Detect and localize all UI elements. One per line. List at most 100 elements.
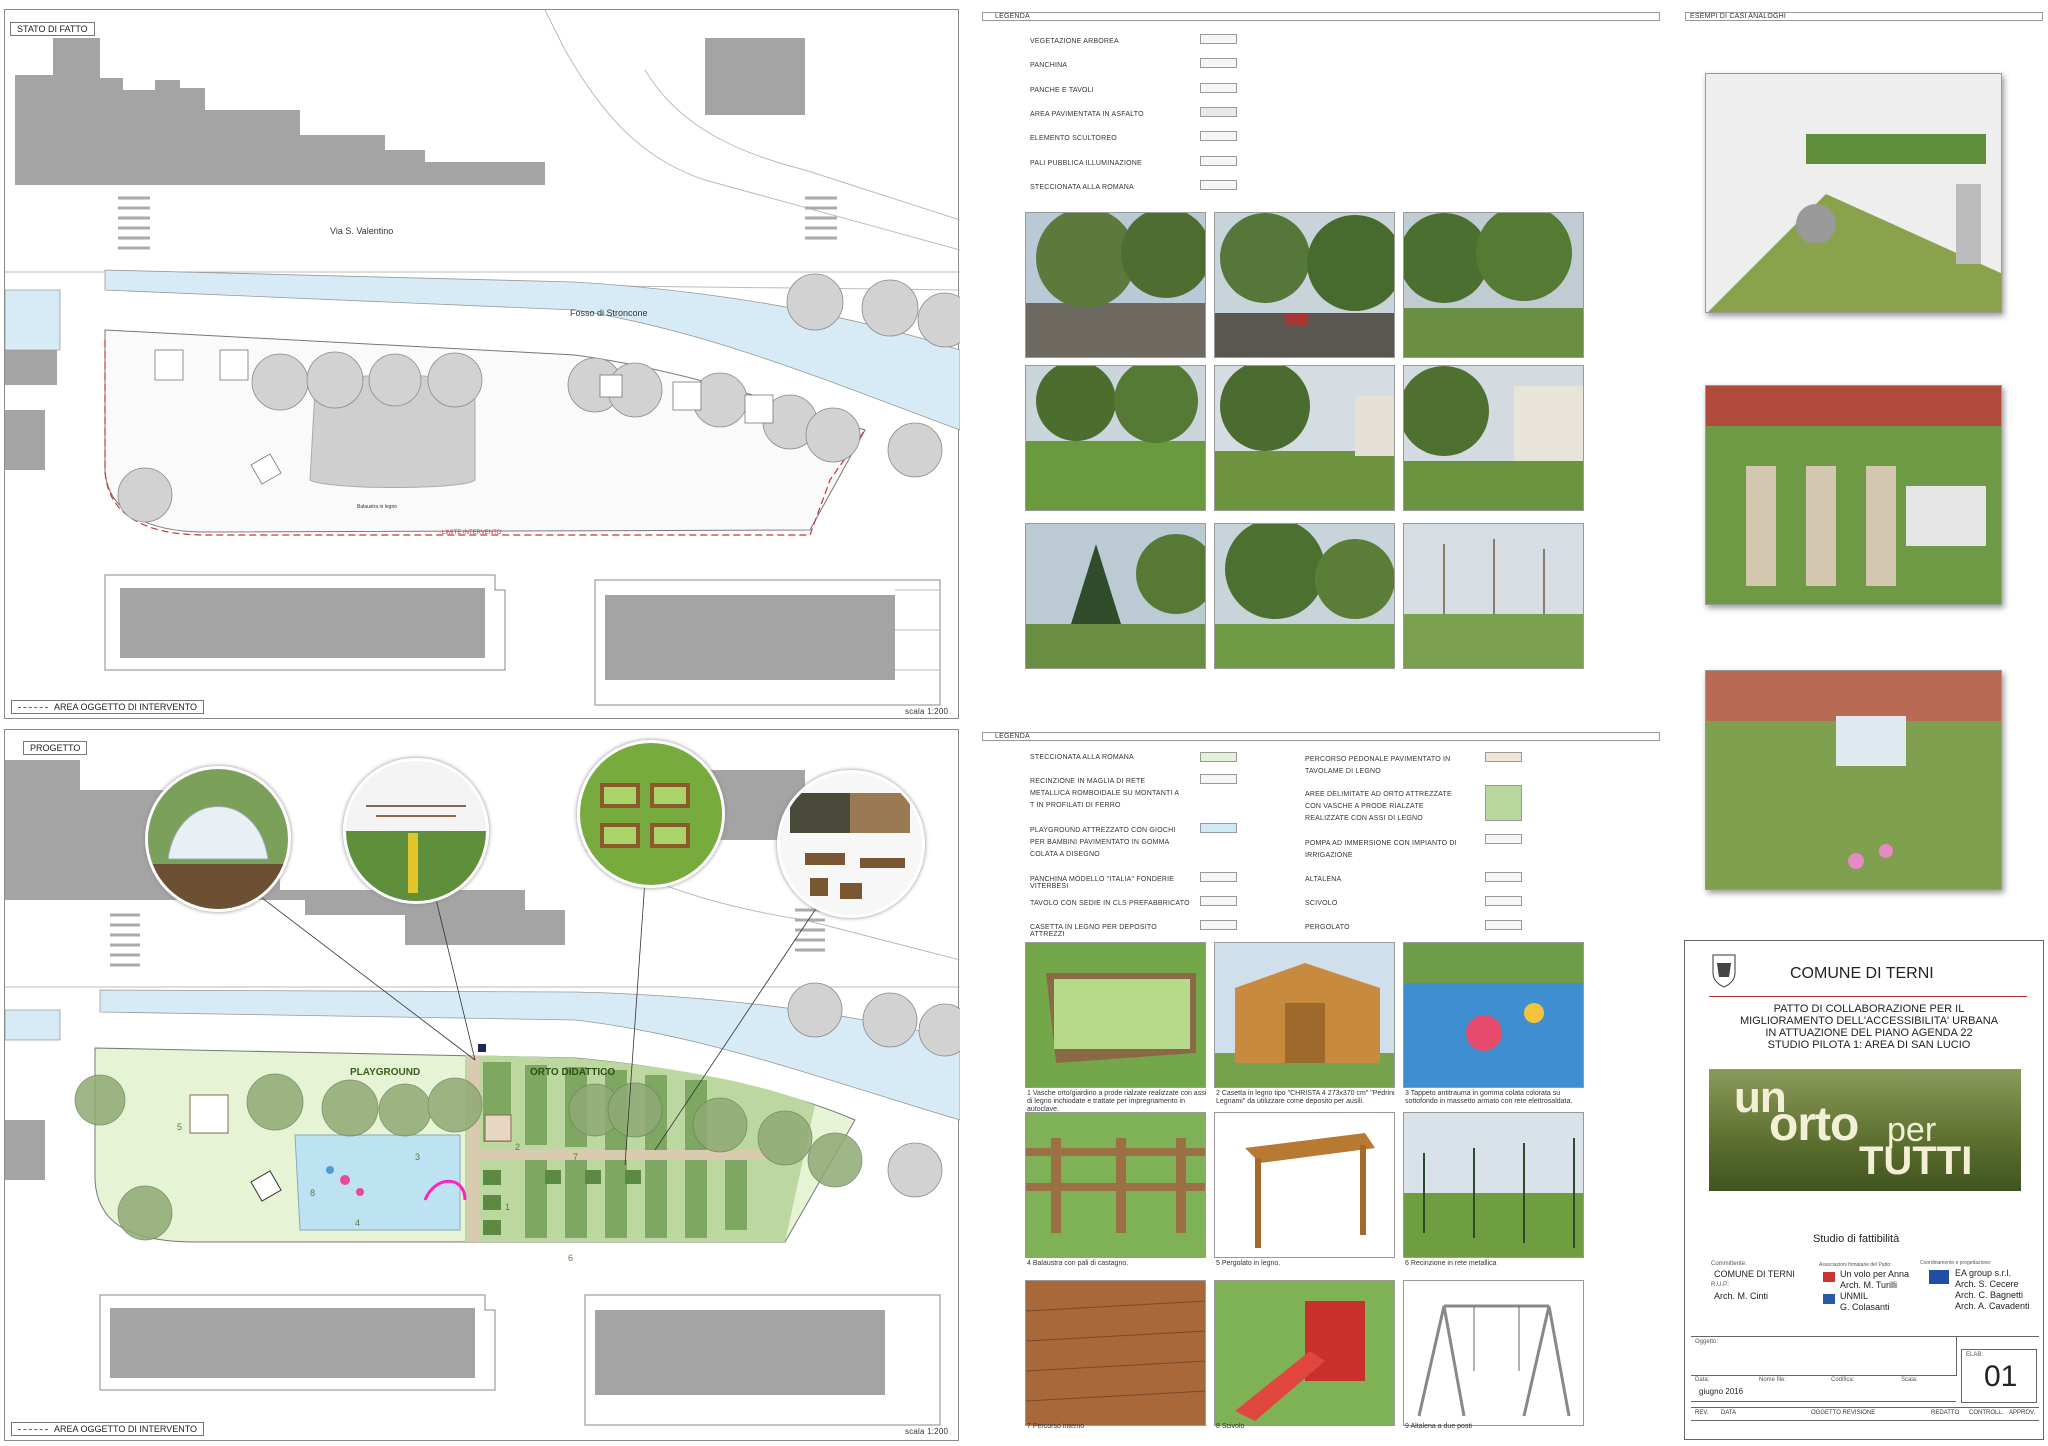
banner-word-tutti: TUTTI xyxy=(1859,1139,1973,1183)
callout-circle-orto xyxy=(577,740,725,888)
project-line: PATTO DI COLLABORAZIONE PER IL xyxy=(1773,1003,1965,1015)
oggetto-cell: Oggetto: xyxy=(1691,1337,1957,1376)
rev-header: REDATTO xyxy=(1931,1410,1960,1416)
legend-item: AREE DELIMITATE AD ORTO ATTREZZATE CON V… xyxy=(1305,791,1452,822)
rev-header: APPROV. xyxy=(2009,1410,2036,1416)
tree-symbol-icon xyxy=(1200,34,1237,44)
rev-header: OGGETTO REVISIONE xyxy=(1811,1410,1876,1416)
banner-word-orto: orto xyxy=(1769,1098,1859,1151)
plan-num-7: 7 xyxy=(573,1152,578,1162)
orto-label: ORTO DIDATTICO xyxy=(530,1067,615,1078)
product-caption: 5 Pergolato in legno. xyxy=(1216,1260,1281,1267)
ea-group-logo-icon xyxy=(1929,1270,1949,1284)
plan-num-5: 5 xyxy=(177,1122,182,1132)
plan-num-1: 1 xyxy=(505,1202,510,1212)
site-photo xyxy=(1025,365,1206,511)
sculpture-symbol-icon xyxy=(1200,131,1237,141)
table-symbol-icon xyxy=(1200,83,1237,93)
product-caption: 7 Percorso interno xyxy=(1027,1423,1085,1430)
swing-symbol-icon xyxy=(1485,872,1522,882)
divider-red xyxy=(1709,996,2027,997)
legend-item: STECCIONATA ALLA ROMANA xyxy=(1030,754,1134,761)
product-photo-mesh-fence xyxy=(1403,1112,1584,1258)
orto-beds-symbol-icon xyxy=(1485,785,1522,821)
committente-value: COMUNE DI TERNI xyxy=(1714,1269,1795,1279)
stato-di-fatto-title: STATO DI FATTO xyxy=(10,22,95,36)
title-block: COMUNE DI TERNI PATTO DI COLLABORAZIONE … xyxy=(1684,940,2044,1440)
legenda-top-list: VEGETAZIONE ARBOREA PANCHINA PANCHE E TA… xyxy=(1030,34,1250,194)
progetto-panel: PLAYGROUND ORTO DIDATTICO 1 2 3 4 5 6 7 … xyxy=(4,729,960,1441)
plan-num-6: 6 xyxy=(568,1253,573,1263)
wood-path-symbol-icon xyxy=(1485,752,1522,762)
project-line: MIGLIORAMENTO DELL'ACCESSIBILITA' URBANA xyxy=(1739,1015,1999,1027)
fence-symbol-icon xyxy=(1200,180,1237,190)
product-caption: 3 Tappeto antitrauma in gomma colata col… xyxy=(1405,1090,1573,1105)
stato-di-fatto-plan: Via S. Valentino Fosso di Stronconе Bala… xyxy=(5,10,960,706)
site-photo xyxy=(1214,212,1395,358)
product-photo-raised-beds xyxy=(1025,942,1206,1088)
elab-cell: ELAB: 01 xyxy=(1961,1349,2037,1403)
table-chairs-symbol-icon xyxy=(1200,896,1237,906)
product-photo-swing xyxy=(1403,1280,1584,1426)
example-photo-orto xyxy=(1705,670,2002,890)
pergola-symbol-icon xyxy=(1485,920,1522,930)
plan-num-3: 3 xyxy=(415,1152,420,1162)
legend-item: PANCHINA xyxy=(1030,62,1068,69)
street-label: Via S. Valentino xyxy=(330,226,393,236)
site-photo xyxy=(1403,523,1584,669)
legenda-bottom-left: STECCIONATA ALLA ROMANA RECINZIONE IN MA… xyxy=(1030,752,1245,938)
codifica-label: Codifica: xyxy=(1831,1377,1855,1383)
legenda-bottom-title: LEGENDA xyxy=(995,733,1030,740)
plan-num-2: 2 xyxy=(515,1142,520,1152)
orto-per-tutti-banner: un orto per TUTTI xyxy=(1709,1069,2021,1191)
coordinamento-name: EA group s.r.l. xyxy=(1955,1268,2012,1278)
drawing-info-table: Oggetto: ELAB: 01 Data: giugno 2016 Nome… xyxy=(1691,1336,2039,1437)
legend-item: POMPA AD IMMERSIONE CON IMPIANTO DI IRRI… xyxy=(1305,840,1457,859)
product-photo-rubber xyxy=(1403,942,1584,1088)
project-line: IN ATTUAZIONE DEL PIANO AGENDA 22 xyxy=(1765,1027,1973,1039)
project-line: STUDIO PILOTA 1: AREA DI SAN LUCIO xyxy=(1767,1039,1971,1051)
oggetto-label: Oggetto: xyxy=(1695,1339,1719,1345)
product-caption: 9 Altalena a due posti xyxy=(1405,1423,1472,1430)
project-title: PATTO DI COLLABORAZIONE PER IL MIGLIORAM… xyxy=(1705,1003,2033,1051)
associazioni-label: Associazioni firmatarie del Patto: xyxy=(1819,1262,1892,1268)
asphalt-symbol-icon xyxy=(1200,107,1237,117)
association-logo-icon xyxy=(1823,1272,1835,1282)
playground-label: PLAYGROUND xyxy=(350,1067,420,1078)
product-caption: 2 Casetta in legno tipo "CHRISTA 4 273x3… xyxy=(1216,1090,1395,1105)
slide-symbol-icon xyxy=(1485,896,1522,906)
site-photo xyxy=(1403,212,1584,358)
tool-shed-symbol-icon xyxy=(1200,920,1237,930)
product-photo-shed xyxy=(1214,942,1395,1088)
association-person: G. Colasanti xyxy=(1840,1302,1890,1312)
balaustra-label: Balaustra in legno xyxy=(357,504,397,510)
legend-item: TAVOLO CON SEDIE IN CLS PREFABBRICATO xyxy=(1030,900,1190,907)
committente-label: Committente: xyxy=(1711,1261,1747,1267)
progetto-legend: AREA OGGETTO DI INTERVENTO xyxy=(11,1422,205,1436)
rev-header: REV. xyxy=(1695,1410,1709,1416)
meta-row: Data: giugno 2016 Nome file: Codifica: S… xyxy=(1691,1375,1956,1402)
legend-item: PALI PUBBLICA ILLUMINAZIONE xyxy=(1030,160,1142,167)
legend-item: PERGOLATO xyxy=(1305,924,1350,931)
playground-symbol-icon xyxy=(1200,823,1237,833)
example-photo-garden xyxy=(1705,385,2002,605)
elab-number: 01 xyxy=(1984,1360,2018,1393)
esempi-title: ESEMPI DI CASI ANALOGHI xyxy=(1690,13,1787,20)
product-caption: 4 Balaustra con pali di castagno. xyxy=(1027,1260,1129,1267)
product-photo-pergola xyxy=(1214,1112,1395,1258)
callout-circle-furniture xyxy=(777,770,925,918)
coordinamento-person: Arch. C. Bagnetti xyxy=(1955,1290,2024,1300)
data-label: Data: xyxy=(1695,1377,1710,1383)
plan-num-8: 8 xyxy=(310,1188,315,1198)
callout-circle-irrigation xyxy=(343,758,489,904)
nome-file-label: Nome file: xyxy=(1759,1377,1787,1383)
revision-header-row: REV. DATA OGGETTO REVISIONE REDATTO CONT… xyxy=(1691,1407,2039,1421)
limite-label: LIMITE INTERVENTO xyxy=(442,530,502,536)
progetto-scale: scala 1:200 xyxy=(905,1427,949,1436)
municipality-title: COMUNE DI TERNI xyxy=(1790,965,1934,982)
legend-item: RECINZIONE IN MAGLIA DI RETE METALLICA R… xyxy=(1030,778,1179,809)
scala-label: Scala: xyxy=(1901,1377,1918,1383)
mesh-fence-symbol-icon xyxy=(1200,774,1237,784)
association-person: Arch. M. Turilli xyxy=(1840,1280,1898,1290)
data-value: giugno 2016 xyxy=(1699,1387,1744,1396)
